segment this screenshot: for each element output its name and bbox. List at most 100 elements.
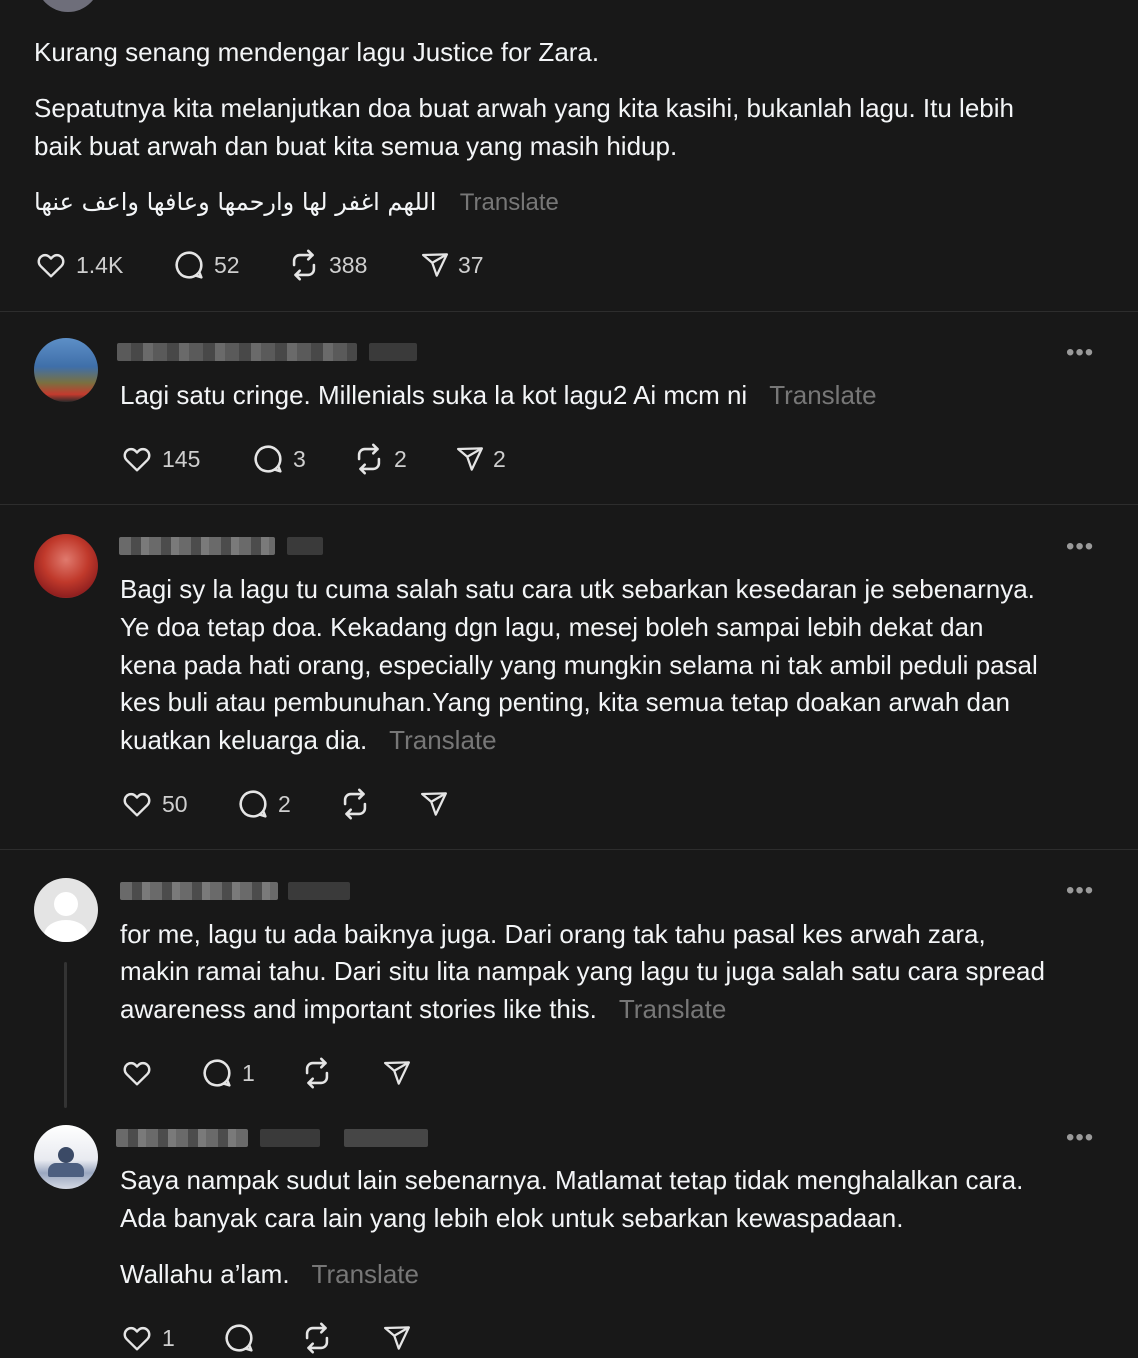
username-blurred[interactable]: [117, 343, 357, 361]
share-button[interactable]: [419, 787, 457, 821]
comment-text-line: Wallahu a’lam. Translate: [120, 1255, 419, 1293]
avatar[interactable]: [34, 1125, 98, 1189]
translate-link[interactable]: Translate: [460, 189, 559, 216]
like-button[interactable]: 1.4K: [34, 248, 123, 282]
comment-text-line: for me, lagu tu ada baiknya juga. Dari o…: [120, 919, 986, 949]
comment-text-line: kena pada hati orang, especially yang mu…: [120, 650, 1038, 680]
share-button[interactable]: 37: [420, 248, 484, 282]
divider: [0, 311, 1138, 312]
like-count: 145: [162, 445, 201, 472]
repost-icon: [343, 788, 367, 820]
divider: [0, 849, 1138, 850]
reply-button[interactable]: [222, 1321, 264, 1355]
comment-text-line: Ye doa tetap doa. Kekadang dgn lagu, mes…: [120, 612, 984, 642]
repost-button[interactable]: 388: [287, 248, 367, 282]
username-blurred[interactable]: [116, 1129, 248, 1147]
heart-icon: [123, 448, 151, 472]
comment-text-line: awareness and important stories like thi…: [120, 990, 726, 1028]
post-text-line: baik buat arwah dan buat kita semua yang…: [34, 131, 678, 161]
translate-link[interactable]: Translate: [312, 1259, 419, 1289]
repost-icon: [357, 443, 381, 475]
post-text-line: Kurang senang mendengar lagu Justice for…: [34, 37, 600, 67]
comment-text-line: Lagi satu cringe. Millenials suka la kot…: [120, 376, 877, 414]
timestamp-blurred: [288, 882, 350, 900]
top-avatar-remnant[interactable]: [36, 0, 100, 12]
comment-text: awareness and important stories like thi…: [120, 994, 597, 1024]
repost-button[interactable]: [300, 1056, 342, 1090]
comment-text-line: kes buli atau pembunuhan.Yang penting, k…: [120, 687, 1010, 717]
reply-count: 3: [293, 445, 306, 472]
default-avatar-head: [54, 892, 78, 916]
comment-text-line: makin ramai tahu. Dari situ lita nampak …: [120, 956, 1045, 986]
share-icon: [421, 792, 447, 816]
comment-text-line: Ada banyak cara lain yang lebih elok unt…: [120, 1203, 904, 1233]
translate-link[interactable]: Translate: [769, 380, 876, 410]
username-blurred[interactable]: [120, 882, 278, 900]
reply-icon: [175, 251, 203, 279]
share-button[interactable]: [382, 1056, 420, 1090]
heart-icon: [123, 793, 151, 817]
thread-line: [64, 962, 67, 1108]
timestamp-blurred: [260, 1129, 320, 1147]
repost-count: 2: [394, 445, 407, 472]
more-icon[interactable]: •••: [1066, 1126, 1094, 1150]
reply-count: 1: [242, 1059, 255, 1086]
username-blurred[interactable]: [119, 537, 275, 555]
comment-text-line: Bagi sy la lagu tu cuma salah satu cara …: [120, 574, 1035, 604]
avatar-figure-body: [48, 1163, 84, 1177]
reply-button[interactable]: 1: [200, 1056, 255, 1090]
repost-icon: [305, 1322, 329, 1354]
reply-icon: [239, 790, 267, 818]
translate-link[interactable]: Translate: [619, 994, 726, 1024]
like-button[interactable]: 145: [120, 442, 200, 476]
like-count: 1.4K: [76, 251, 124, 278]
like-button[interactable]: 1: [120, 1321, 175, 1355]
repost-count: 388: [329, 251, 368, 278]
more-icon[interactable]: •••: [1066, 879, 1094, 903]
heart-icon: [37, 254, 65, 278]
comment-text-line: Saya nampak sudut lain sebenarnya. Matla…: [120, 1165, 1024, 1195]
repost-button[interactable]: [338, 787, 380, 821]
post-arabic-line: اللهم اغفر لها وارحمها وعافها واعف عنها …: [34, 183, 559, 222]
avatar[interactable]: [34, 878, 98, 942]
repost-button[interactable]: 2: [352, 442, 407, 476]
like-button[interactable]: 50: [120, 787, 188, 821]
heart-icon: [123, 1327, 151, 1351]
share-icon: [457, 447, 483, 471]
reply-count: 52: [214, 251, 240, 278]
translate-link[interactable]: Translate: [389, 725, 496, 755]
share-icon: [384, 1326, 410, 1350]
post-text-line: Sepatutnya kita melanjutkan doa buat arw…: [34, 93, 1014, 123]
comment-text: kuatkan keluarga dia.: [120, 725, 368, 755]
heart-icon: [123, 1062, 151, 1086]
reply-icon: [203, 1059, 231, 1087]
share-count: 2: [493, 445, 506, 472]
share-button[interactable]: [382, 1321, 420, 1355]
reply-button[interactable]: 52: [172, 248, 240, 282]
avatar-figure: [58, 1147, 74, 1163]
share-icon: [384, 1061, 410, 1085]
like-count: 1: [162, 1324, 175, 1351]
timestamp-blurred: [287, 537, 323, 555]
extra-blurred: [344, 1129, 428, 1147]
comment-text: Lagi satu cringe. Millenials suka la kot…: [120, 380, 748, 410]
share-icon: [422, 253, 448, 277]
repost-icon: [292, 249, 316, 281]
reply-icon: [225, 1324, 253, 1352]
reply-button[interactable]: 2: [236, 787, 291, 821]
divider: [0, 504, 1138, 505]
more-icon[interactable]: •••: [1066, 535, 1094, 559]
reply-count: 2: [278, 790, 291, 817]
timestamp-blurred: [369, 343, 417, 361]
more-icon[interactable]: •••: [1066, 341, 1094, 365]
avatar[interactable]: [34, 534, 98, 598]
comment-text: Wallahu a’lam.: [120, 1259, 290, 1289]
repost-button[interactable]: [300, 1321, 342, 1355]
avatar[interactable]: [34, 338, 98, 402]
like-button[interactable]: [120, 1056, 162, 1090]
share-button[interactable]: 2: [455, 442, 506, 476]
reply-button[interactable]: 3: [251, 442, 306, 476]
share-count: 37: [458, 251, 484, 278]
arabic-text: اللهم اغفر لها وارحمها وعافها واعف عنها: [34, 188, 437, 216]
repost-icon: [305, 1057, 329, 1089]
